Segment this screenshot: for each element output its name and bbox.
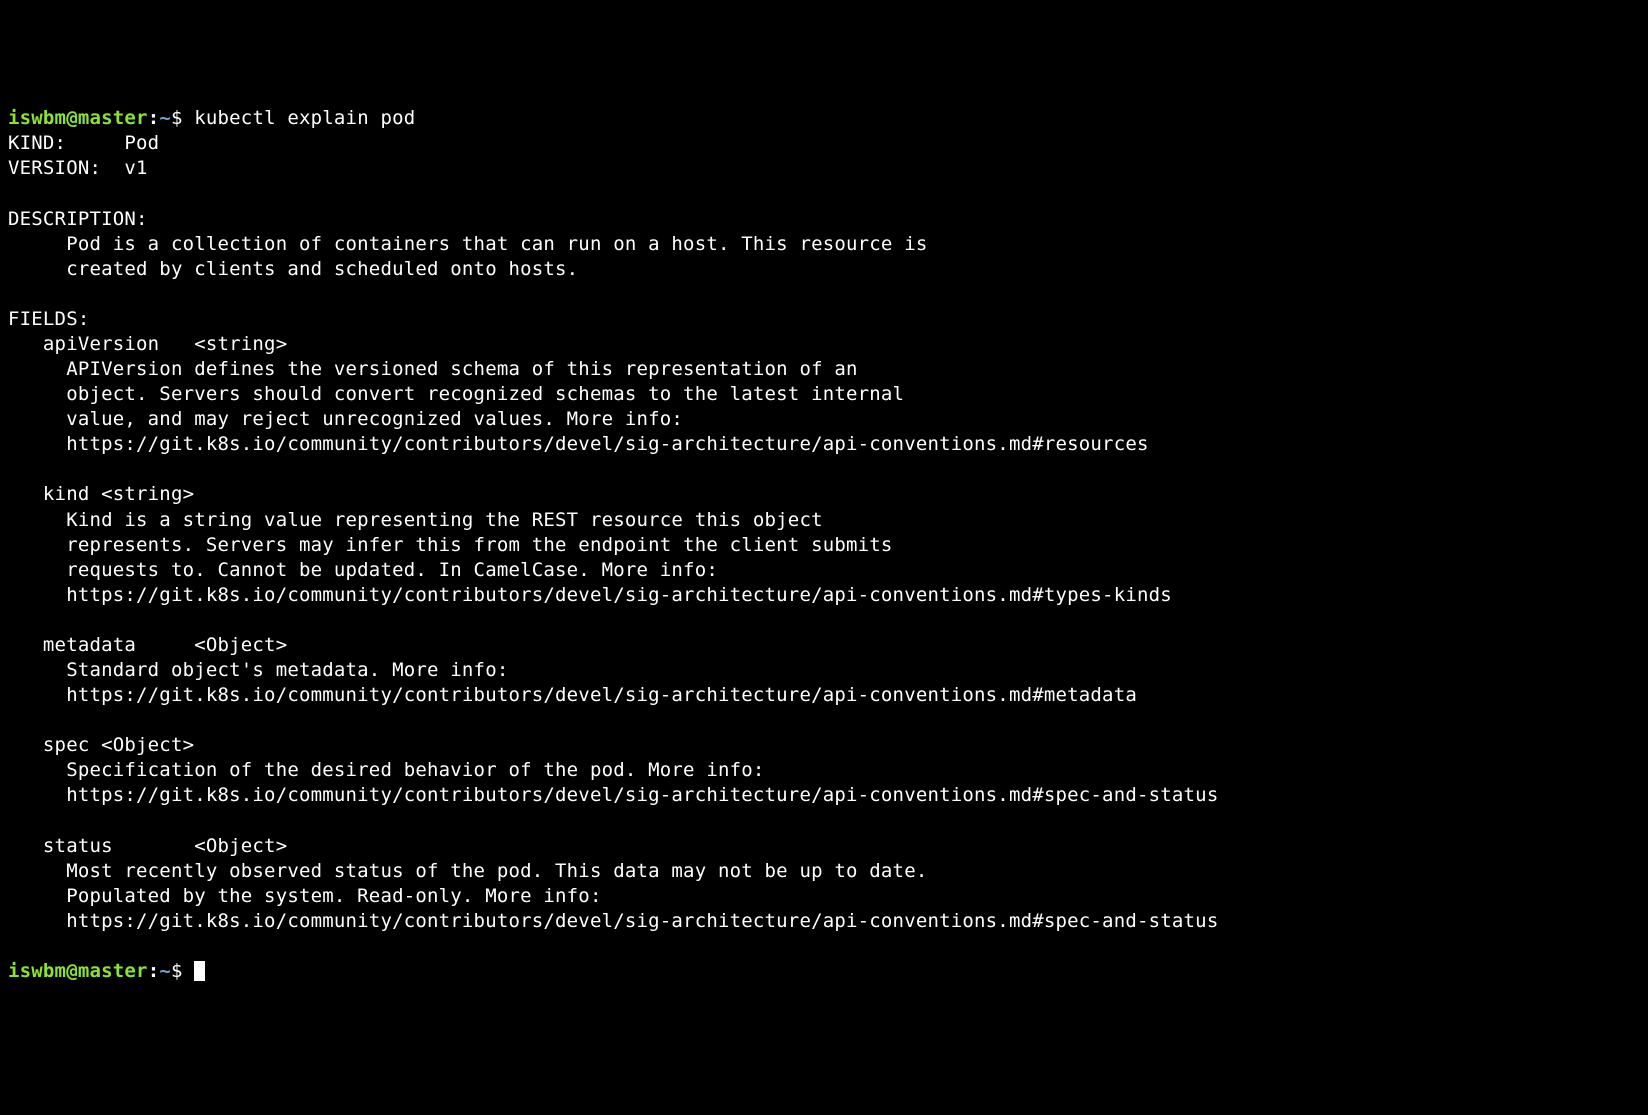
field-kind-sig: kind <string>	[8, 483, 194, 505]
command-text: kubectl explain pod	[194, 107, 415, 129]
prompt-line-2[interactable]: iswbm@master:~$	[8, 960, 205, 982]
field-spec-body: Specification of the desired behavior of…	[8, 759, 1218, 806]
output-kind: KIND: Pod	[8, 132, 159, 154]
prompt-at: @	[66, 107, 78, 129]
prompt-user: iswbm	[8, 960, 66, 982]
prompt-host: master	[78, 960, 148, 982]
prompt-line-1: iswbm@master:~$ kubectl explain pod	[8, 107, 415, 129]
prompt-path: ~	[159, 960, 171, 982]
output-description-body: Pod is a collection of containers that c…	[8, 233, 927, 280]
prompt-at: @	[66, 960, 78, 982]
terminal[interactable]: iswbm@master:~$ kubectl explain pod KIND…	[8, 106, 1640, 984]
output-description-header: DESCRIPTION:	[8, 208, 148, 230]
field-status-sig: status <Object>	[8, 835, 287, 857]
prompt-colon: :	[148, 960, 160, 982]
output-version: VERSION: v1	[8, 157, 148, 179]
field-apiversion-sig: apiVersion <string>	[8, 333, 287, 355]
output-fields-header: FIELDS:	[8, 308, 89, 330]
prompt-path: ~	[159, 107, 171, 129]
prompt-host: master	[78, 107, 148, 129]
field-status-body: Most recently observed status of the pod…	[8, 860, 1218, 932]
field-kind-body: Kind is a string value representing the …	[8, 509, 1172, 606]
prompt-user: iswbm	[8, 107, 66, 129]
field-metadata-sig: metadata <Object>	[8, 634, 287, 656]
field-apiversion-body: APIVersion defines the versioned schema …	[8, 358, 1149, 455]
prompt-dollar: $	[171, 107, 194, 129]
prompt-colon: :	[148, 107, 160, 129]
cursor-icon	[194, 961, 205, 981]
prompt-dollar: $	[171, 960, 194, 982]
field-metadata-body: Standard object's metadata. More info: h…	[8, 659, 1137, 706]
field-spec-sig: spec <Object>	[8, 734, 194, 756]
